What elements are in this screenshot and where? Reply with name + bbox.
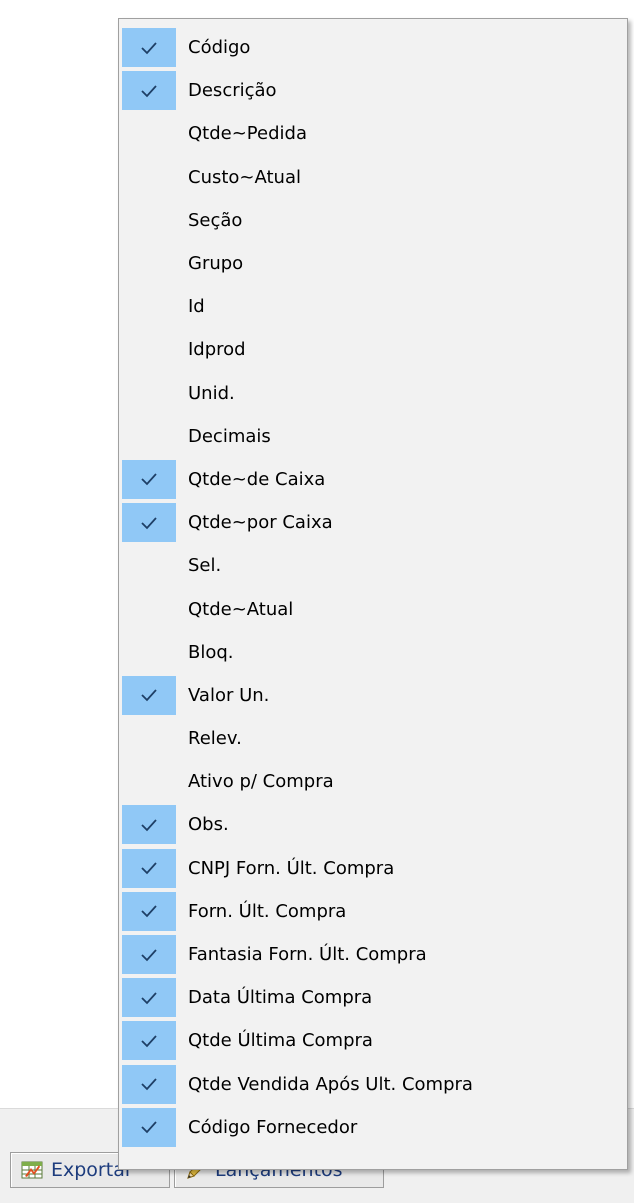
menu-item-column[interactable]: Bloq. — [119, 631, 627, 674]
menu-item-label: Qtde~Atual — [188, 598, 294, 620]
check-cell — [122, 503, 176, 543]
menu-item-column[interactable]: Fantasia Forn. Últ. Compra — [119, 933, 627, 976]
menu-item-label: Sel. — [188, 555, 222, 577]
menu-item-column[interactable]: Decimais — [119, 415, 627, 458]
checkmark-icon — [141, 992, 157, 1005]
checkmark-icon — [141, 948, 157, 961]
check-cell — [122, 1021, 176, 1061]
menu-item-column[interactable]: Qtde~Atual — [119, 587, 627, 630]
checkmark-icon — [141, 1035, 157, 1048]
menu-item-label: Bloq. — [188, 641, 234, 663]
checkmark-icon — [141, 517, 157, 529]
menu-item-column[interactable]: Unid. — [119, 372, 627, 415]
check-cell — [122, 158, 176, 197]
check-cell — [122, 675, 176, 715]
menu-item-label: Unid. — [188, 382, 235, 404]
menu-item-label: Data Última Compra — [188, 987, 373, 1009]
check-cell — [122, 114, 176, 153]
menu-item-label: Custo~Atual — [188, 166, 302, 188]
menu-item-label: Código — [188, 37, 251, 59]
spreadsheet-icon — [21, 1159, 43, 1181]
check-cell — [122, 201, 176, 240]
check-cell — [122, 891, 176, 931]
menu-item-label: Código Fornecedor — [188, 1116, 358, 1138]
menu-item-column[interactable]: Qtde Vendida Após Ult. Compra — [119, 1063, 627, 1106]
menu-item-column[interactable]: Id — [119, 285, 627, 328]
menu-item-label: Qtde~Pedida — [188, 123, 307, 145]
menu-item-column[interactable]: CNPJ Forn. Últ. Compra — [119, 847, 627, 890]
checkmark-icon — [141, 473, 157, 486]
check-cell — [122, 71, 176, 111]
menu-item-label: Valor Un. — [188, 684, 270, 706]
menu-item-label: Seção — [188, 209, 243, 231]
menu-item-label: Forn. Últ. Compra — [188, 900, 347, 922]
menu-item-label: Ativo p/ Compra — [188, 771, 334, 793]
menu-item-column[interactable]: Valor Un. — [119, 674, 627, 717]
check-cell — [122, 978, 176, 1018]
menu-item-label: Qtde~de Caixa — [188, 468, 326, 490]
menu-item-label: CNPJ Forn. Últ. Compra — [188, 857, 395, 879]
check-cell — [122, 28, 176, 68]
menu-item-label: Obs. — [188, 814, 229, 836]
check-cell — [122, 848, 176, 888]
menu-item-column[interactable]: Data Última Compra — [119, 976, 627, 1019]
checkmark-icon — [141, 85, 157, 98]
check-cell — [122, 590, 176, 629]
menu-item-column[interactable]: Sel. — [119, 544, 627, 587]
column-chooser-menu: Código Descrição Qtde~Pedida Custo~Atual Seç… — [118, 18, 628, 1170]
menu-item-label: Descrição — [188, 80, 277, 102]
check-cell — [122, 287, 176, 326]
menu-item-label: Decimais — [188, 425, 271, 447]
menu-item-label: Qtde~por Caixa — [188, 512, 333, 534]
check-cell — [122, 762, 176, 801]
check-cell — [122, 1107, 176, 1147]
menu-item-label: Fantasia Forn. Últ. Compra — [188, 944, 427, 966]
checkmark-icon — [141, 862, 157, 875]
menu-item-label: Qtde Vendida Após Ult. Compra — [188, 1073, 473, 1095]
check-cell — [122, 459, 176, 499]
menu-item-column[interactable]: Qtde~por Caixa — [119, 501, 627, 544]
check-cell — [122, 935, 176, 975]
check-cell — [122, 805, 176, 845]
menu-item-label: Id — [188, 296, 205, 318]
menu-item-column[interactable]: Ativo p/ Compra — [119, 760, 627, 803]
checkmark-icon — [141, 1078, 157, 1091]
menu-item-column[interactable]: Idprod — [119, 328, 627, 371]
menu-item-column[interactable]: Grupo — [119, 242, 627, 285]
menu-item-column[interactable]: Relev. — [119, 717, 627, 760]
menu-item-column[interactable]: Código Fornecedor — [119, 1106, 627, 1149]
menu-item-label: Grupo — [188, 253, 244, 275]
menu-item-column[interactable]: Código — [119, 26, 627, 69]
checkmark-icon — [141, 41, 157, 54]
menu-item-column[interactable]: Custo~Atual — [119, 156, 627, 199]
menu-item-column[interactable]: Forn. Últ. Compra — [119, 890, 627, 933]
check-cell — [122, 417, 176, 456]
check-cell — [122, 330, 176, 369]
menu-item-label: Relev. — [188, 728, 242, 750]
check-cell — [122, 719, 176, 758]
menu-item-label: Idprod — [188, 339, 246, 361]
checkmark-icon — [141, 905, 157, 918]
menu-item-column[interactable]: Obs. — [119, 803, 627, 846]
checkmark-icon — [141, 819, 157, 832]
menu-item-label: Qtde Última Compra — [188, 1030, 373, 1052]
check-cell — [122, 374, 176, 413]
check-cell — [122, 1064, 176, 1104]
menu-item-column[interactable]: Descrição — [119, 69, 627, 112]
check-cell — [122, 546, 176, 585]
menu-item-column[interactable]: Seção — [119, 199, 627, 242]
checkmark-icon — [141, 1121, 157, 1134]
menu-item-column[interactable]: Qtde Última Compra — [119, 1019, 627, 1062]
checkmark-icon — [141, 689, 157, 702]
menu-item-column[interactable]: Qtde~de Caixa — [119, 458, 627, 501]
check-cell — [122, 633, 176, 672]
menu-item-column[interactable]: Qtde~Pedida — [119, 112, 627, 155]
check-cell — [122, 244, 176, 283]
